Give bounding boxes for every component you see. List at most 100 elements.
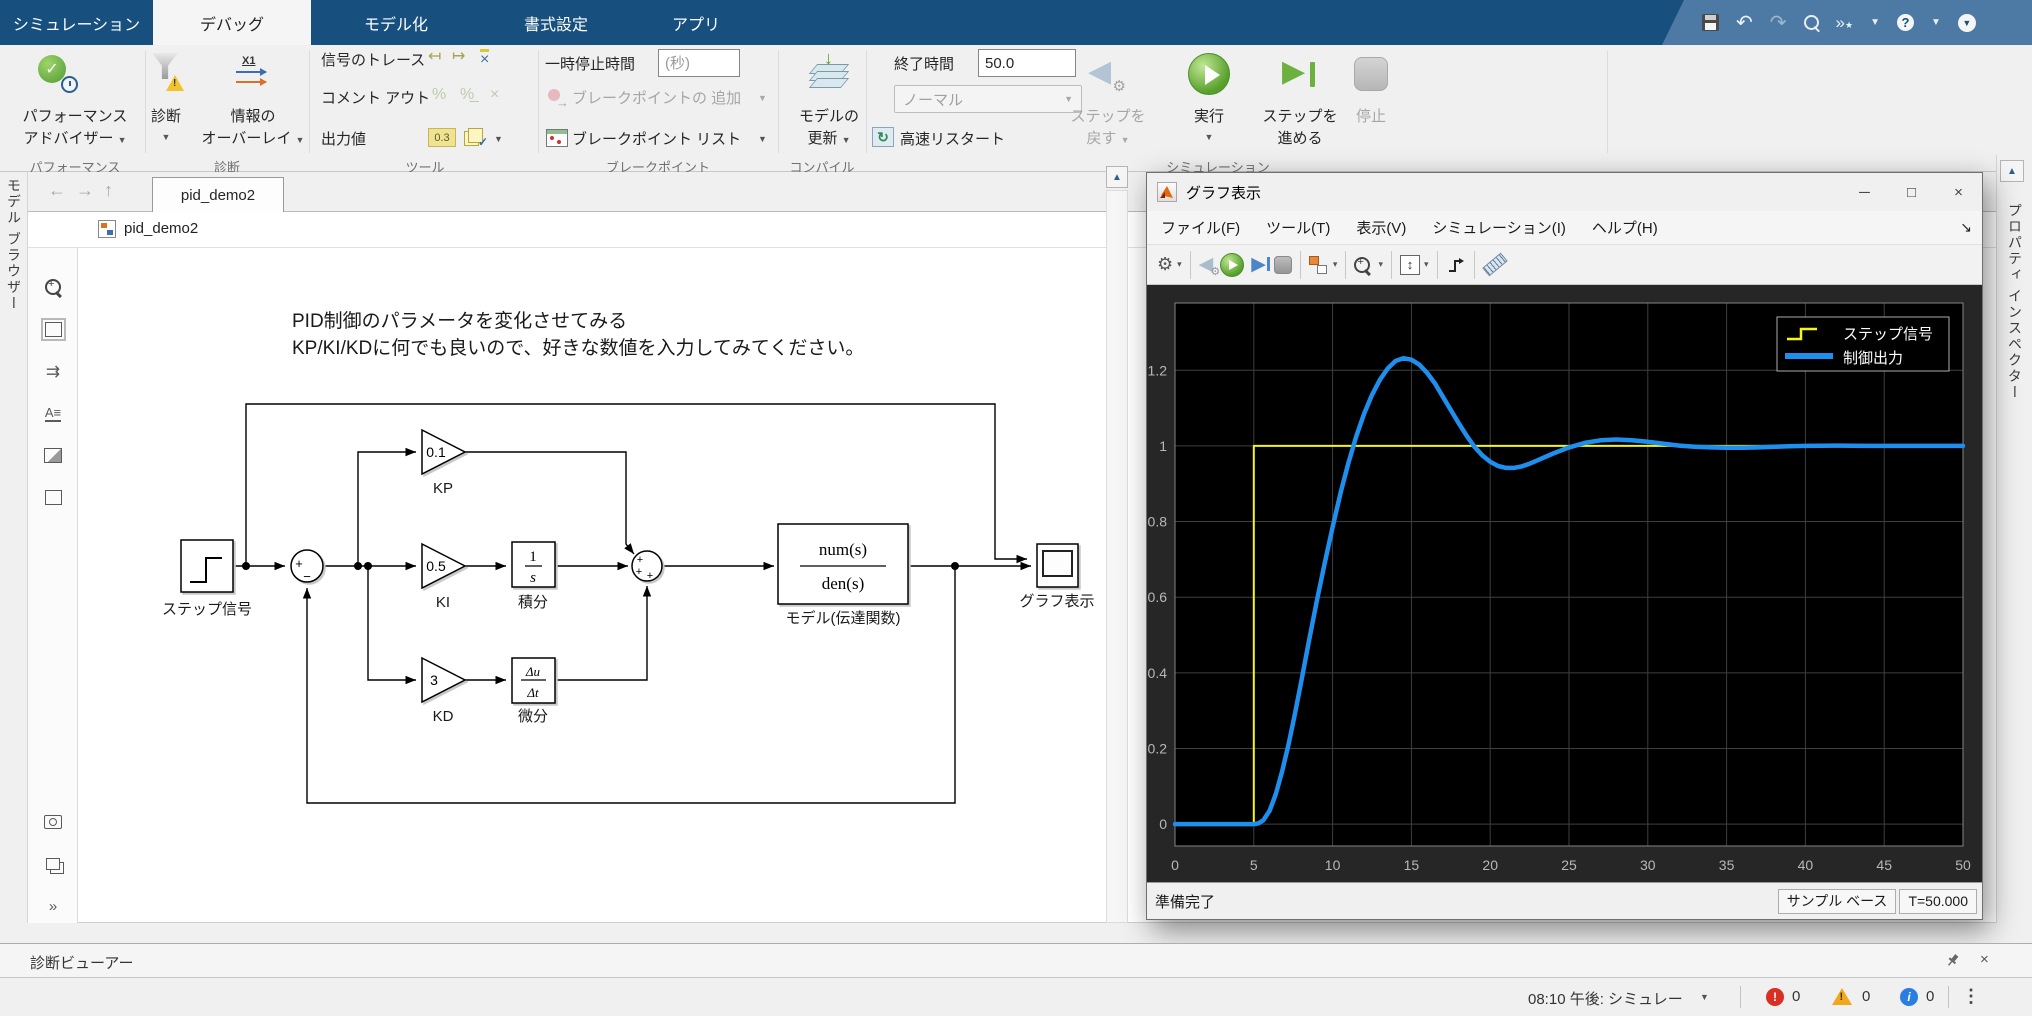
subsystem-layers-icon[interactable] <box>38 849 68 879</box>
canvas-vertical-scrollbar[interactable] <box>1106 190 1128 923</box>
wire-kp-to-sum2[interactable] <box>465 452 634 554</box>
stop-icon[interactable] <box>1354 57 1388 91</box>
info-overlay-icon[interactable]: X1 <box>234 55 272 91</box>
stop-time-input[interactable] <box>978 49 1076 77</box>
nav-forward-icon[interactable]: → <box>76 180 94 201</box>
wire-step-feedforward[interactable] <box>246 404 1027 566</box>
menu-help[interactable]: ヘルプ(H) <box>1592 217 1658 238</box>
wire-error-to-kd[interactable] <box>368 566 416 680</box>
run-icon[interactable] <box>1188 53 1230 95</box>
tab-modeling[interactable]: モデル化 <box>311 0 481 45</box>
menu-view[interactable]: 表示(V) <box>1356 217 1406 238</box>
undo-icon[interactable]: ↶ <box>1736 13 1753 33</box>
update-model-icon[interactable]: ↓ <box>809 50 849 90</box>
chevron-down-icon[interactable]: ▼ <box>494 134 503 144</box>
performance-advisor-button[interactable]: パフォーマンス <box>5 105 145 126</box>
scope-step-back-icon[interactable]: ◀⚙ <box>1199 253 1214 276</box>
nav-up-icon[interactable]: ↑ <box>104 180 113 201</box>
breadcrumb[interactable]: pid_demo2 <box>124 220 198 237</box>
scope-stop-icon[interactable] <box>1274 256 1292 274</box>
menu-tools[interactable]: ツール(T) <box>1266 217 1330 238</box>
dock-icon[interactable]: ↘ <box>1960 219 1972 236</box>
scope-menubar: ファイル(F) ツール(T) 表示(V) シミュレーション(I) ヘルプ(H) … <box>1147 211 1982 244</box>
update-model-button[interactable]: モデルの <box>789 105 869 126</box>
info-icon[interactable]: i <box>1900 988 1918 1006</box>
scope-titlebar[interactable]: グラフ表示 ─ □ × <box>1147 173 1982 211</box>
chevron-down-icon[interactable]: ▼ <box>1700 992 1709 1002</box>
uncomment-icon[interactable]: × <box>490 87 499 103</box>
chevron-down-icon[interactable]: ▼ <box>1870 17 1880 28</box>
trigger-icon[interactable] <box>1446 255 1466 275</box>
signal-arrows-icon[interactable]: ⇉ <box>38 357 68 387</box>
wire-error-to-kp[interactable] <box>358 452 416 566</box>
viewmark-icon[interactable] <box>38 807 68 837</box>
search-icon[interactable] <box>1804 15 1819 30</box>
wire-derivative-to-sum2[interactable] <box>555 586 647 680</box>
kd-gain-block[interactable] <box>422 658 465 702</box>
maximize-icon[interactable]: □ <box>1888 173 1935 211</box>
overflow-menu-icon[interactable]: ⋮ <box>1962 986 1980 1007</box>
tab-simulation[interactable]: シミュレーション <box>0 0 153 45</box>
comment-icon[interactable]: % <box>432 87 446 103</box>
tab-apps[interactable]: アプリ <box>631 0 761 45</box>
legend[interactable]: ステップ信号 制御出力 <box>1777 317 1949 371</box>
output-value-badge-icon[interactable]: 0.3 <box>428 128 456 147</box>
save-icon[interactable] <box>1702 14 1719 31</box>
trace-clear-icon[interactable]: × <box>480 49 489 68</box>
annotation-icon[interactable]: A≡ <box>38 399 68 429</box>
diagnostics-icon[interactable] <box>150 53 184 91</box>
comment-through-icon[interactable]: %̲ <box>460 87 474 103</box>
error-icon[interactable]: ! <box>1766 988 1784 1006</box>
scope-zoom-icon[interactable] <box>1354 257 1370 273</box>
scope-settings-icon[interactable]: ⚙ <box>1157 254 1173 275</box>
svg-text:−: − <box>303 569 311 584</box>
step-back-icon[interactable]: ◀⚙ <box>1086 53 1130 97</box>
more-shortcuts-icon[interactable]: »★ <box>1836 14 1854 31</box>
help-icon[interactable]: ? <box>1897 14 1914 31</box>
nav-back-icon[interactable]: ← <box>48 180 66 201</box>
menu-file[interactable]: ファイル(F) <box>1161 217 1240 238</box>
svg-text:den(s): den(s) <box>822 574 864 593</box>
fast-restart-button[interactable]: 高速リスタート <box>900 128 1005 149</box>
step-forward-icon[interactable]: ▶ <box>1278 53 1322 97</box>
area-box-icon[interactable] <box>38 482 68 512</box>
tab-format[interactable]: 書式設定 <box>481 0 631 45</box>
chevron-down-icon[interactable]: ▼ <box>1931 17 1941 28</box>
chevron-down-icon[interactable]: ▼ <box>758 93 767 103</box>
image-annotation-icon[interactable] <box>38 440 68 470</box>
measurements-icon[interactable] <box>1482 253 1507 277</box>
canvas-scroll-up-icon[interactable]: ▲ <box>1106 166 1128 188</box>
stop-button[interactable]: 停止 <box>1311 105 1431 126</box>
redo-icon[interactable]: ↷ <box>1770 13 1787 33</box>
minimize-ribbon-icon[interactable]: ▼ <box>1958 14 1976 32</box>
info-overlay-button[interactable]: 情報の <box>203 105 303 126</box>
zoom-tool-icon[interactable] <box>38 272 68 302</box>
trace-back-icon[interactable]: ↤ <box>428 49 441 65</box>
tab-debug[interactable]: デバッグ <box>153 0 311 45</box>
menu-simulation[interactable]: シミュレーション(I) <box>1432 217 1566 238</box>
expand-palette-icon[interactable]: » <box>38 891 68 921</box>
ribbon-collapse-icon[interactable]: ▲ <box>2000 160 2024 182</box>
sim-status-text[interactable]: 08:10 午後: シミュレー <box>1528 988 1683 1009</box>
fit-view-icon[interactable] <box>38 314 68 344</box>
trace-forward-icon[interactable]: ↦ <box>452 49 465 65</box>
diagnostics-button[interactable]: 診断 <box>131 105 201 126</box>
pause-time-input[interactable] <box>658 49 740 77</box>
add-breakpoint-button[interactable]: ブレークポイントの 追加 <box>572 87 741 108</box>
output-pages-icon[interactable]: ✓ <box>464 128 484 146</box>
chevron-down-icon[interactable]: ▼ <box>758 134 767 144</box>
property-inspector-tab[interactable]: プロパティ インスペクター <box>2005 203 2025 401</box>
document-tab[interactable]: pid_demo2 <box>152 177 284 213</box>
close-icon[interactable]: × <box>1935 173 1982 211</box>
highlight-block-icon[interactable] <box>1309 256 1329 274</box>
model-browser-tab[interactable]: モデル ブラウザー <box>4 178 24 312</box>
close-panel-icon[interactable]: × <box>1980 951 1989 968</box>
breakpoint-list-button[interactable]: ブレークポイント リスト <box>572 128 741 149</box>
scope-run-icon[interactable] <box>1220 253 1244 277</box>
scope-step-forward-icon[interactable]: ▶ <box>1251 253 1266 276</box>
fit-to-view-icon[interactable]: ↕ <box>1400 255 1420 275</box>
minimize-icon[interactable]: ─ <box>1841 173 1888 211</box>
pin-icon[interactable] <box>1946 953 1960 967</box>
warning-icon[interactable] <box>1832 988 1852 1005</box>
performance-advisor-icon[interactable]: ✓ <box>38 55 78 95</box>
